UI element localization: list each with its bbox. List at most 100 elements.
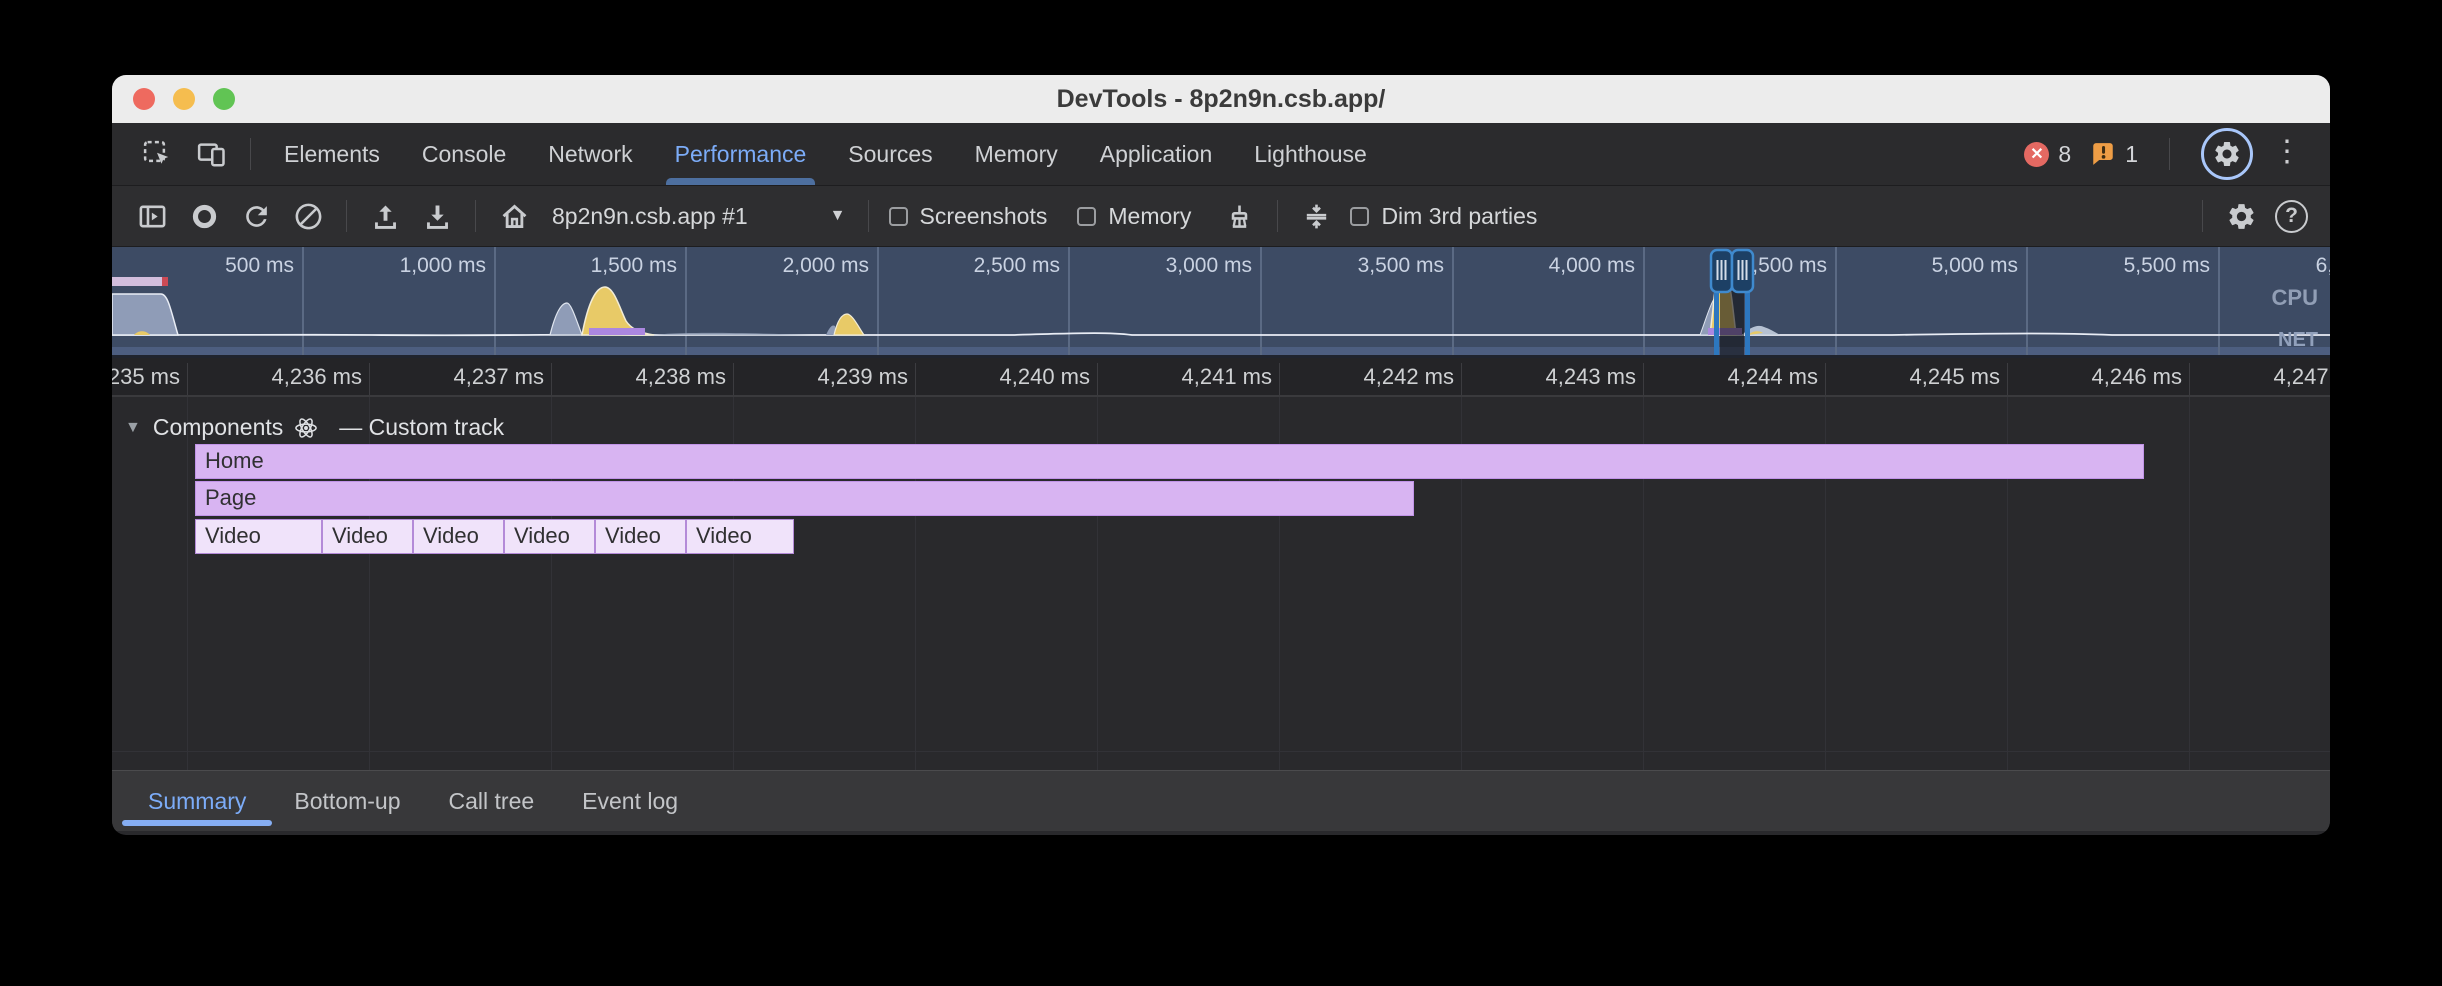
overview-ruler-label: 1,000 ms xyxy=(400,254,486,278)
track-bar-video[interactable]: Video xyxy=(595,519,686,554)
details-tabbar: SummaryBottom-upCall treeEvent log xyxy=(112,770,2330,831)
save-profile-icon[interactable] xyxy=(418,197,456,235)
ruler-tick xyxy=(1825,363,1826,395)
overview-ruler-label: 500 ms xyxy=(225,254,294,278)
track-bar-home[interactable]: Home xyxy=(195,444,2144,479)
ruler-label: 4,242 ms xyxy=(1364,364,1455,390)
overview-gridline xyxy=(1452,247,1454,355)
tab-network[interactable]: Network xyxy=(527,123,653,185)
overview-gridline xyxy=(877,247,879,355)
timeline-overview[interactable]: CPU NET 500 ms1,000 ms1,500 ms2,000 ms2,… xyxy=(112,247,2330,358)
flame-gridline xyxy=(187,397,188,770)
overview-gridline xyxy=(302,247,304,355)
overview-gridline xyxy=(2218,247,2220,355)
screenshots-label[interactable]: Screenshots xyxy=(920,203,1048,230)
divider xyxy=(868,200,869,232)
close-window-button[interactable] xyxy=(133,88,155,110)
overview-ruler-label: 3,000 ms xyxy=(1166,254,1252,278)
tab-console[interactable]: Console xyxy=(401,123,527,185)
issues-count: 1 xyxy=(2125,141,2138,168)
issues-icon[interactable] xyxy=(2090,141,2116,167)
ruler-label: 4,247 ms xyxy=(2274,364,2331,390)
devtools-window: DevTools - 8p2n9n.csb.app/ ElementsConso… xyxy=(112,75,2330,835)
console-errors-icon[interactable]: ✕ xyxy=(2024,142,2049,167)
ruler-label: 4,246 ms xyxy=(2092,364,2183,390)
overview-gridline xyxy=(2026,247,2028,355)
track-bottom-line xyxy=(112,751,2330,752)
ruler-label: 4,238 ms xyxy=(636,364,727,390)
load-profile-icon[interactable] xyxy=(366,197,404,235)
collapse-triangle-icon[interactable]: ▼ xyxy=(125,419,141,437)
network-overview-band xyxy=(112,347,2330,355)
devtools-tabbar: ElementsConsoleNetworkPerformanceSources… xyxy=(112,123,2330,186)
error-count: 8 xyxy=(2058,141,2071,168)
memory-label[interactable]: Memory xyxy=(1108,203,1191,230)
ruler-tick xyxy=(369,363,370,395)
ruler-label: 4,243 ms xyxy=(1546,364,1637,390)
selection-handle-left xyxy=(1711,250,1732,292)
custom-track-header[interactable]: ▼ Components — Custom track xyxy=(125,414,504,441)
help-icon[interactable]: ? xyxy=(2275,200,2308,233)
ruler-label: 4,244 ms xyxy=(1728,364,1819,390)
devtools-settings-button[interactable] xyxy=(2201,128,2253,180)
more-options-icon[interactable]: ⋮ xyxy=(2262,137,2312,171)
ruler-tick xyxy=(2007,363,2008,395)
minimize-window-button[interactable] xyxy=(173,88,195,110)
zoom-window-button[interactable] xyxy=(213,88,235,110)
ruler-tick xyxy=(1461,363,1462,395)
performance-toolbar: 8p2n9n.csb.app #1 ▼ Screenshots Memory D… xyxy=(112,186,2330,247)
divider xyxy=(250,138,251,170)
clear-recording-icon[interactable] xyxy=(289,197,327,235)
ruler-tick xyxy=(915,363,916,395)
tab-memory[interactable]: Memory xyxy=(954,123,1079,185)
flame-gridline xyxy=(2189,397,2190,770)
tab-sources[interactable]: Sources xyxy=(827,123,953,185)
screenshots-checkbox[interactable] xyxy=(889,207,908,226)
track-bar-video[interactable]: Video xyxy=(413,519,504,554)
track-bar-video[interactable]: Video xyxy=(504,519,595,554)
track-bar-video[interactable]: Video xyxy=(195,519,322,554)
net-label: NET xyxy=(2278,329,2318,352)
track-bar-video[interactable]: Video xyxy=(686,519,794,554)
active-tab-underline xyxy=(122,820,272,826)
panel-tabs: ElementsConsoleNetworkPerformanceSources… xyxy=(263,123,1388,185)
target-selector[interactable]: 8p2n9n.csb.app #1 xyxy=(552,203,748,230)
details-tab-event-log[interactable]: Event log xyxy=(558,788,702,815)
device-toolbar-icon[interactable] xyxy=(193,136,229,172)
titlebar: DevTools - 8p2n9n.csb.app/ xyxy=(112,75,2330,123)
collapse-sanity-icon[interactable] xyxy=(1297,197,1335,235)
flamechart-area[interactable]: ▼ Components — Custom track HomePageVide… xyxy=(112,397,2330,770)
tab-lighthouse[interactable]: Lighthouse xyxy=(1233,123,1388,185)
tab-performance[interactable]: Performance xyxy=(654,123,828,185)
tab-elements[interactable]: Elements xyxy=(263,123,401,185)
details-tab-summary[interactable]: Summary xyxy=(124,788,270,815)
capture-settings-icon[interactable] xyxy=(2222,197,2260,235)
record-button[interactable] xyxy=(185,197,223,235)
chevron-down-icon[interactable]: ▼ xyxy=(830,207,846,225)
cpu-label: CPU xyxy=(2272,285,2318,311)
dim-3rd-parties-checkbox[interactable] xyxy=(1350,207,1369,226)
overview-ruler-label: 2,500 ms xyxy=(974,254,1060,278)
inspect-element-icon[interactable] xyxy=(139,136,175,172)
ruler-tick xyxy=(1643,363,1644,395)
divider xyxy=(475,200,476,232)
tab-application[interactable]: Application xyxy=(1079,123,1234,185)
memory-checkbox[interactable] xyxy=(1077,207,1096,226)
ruler-label: 4,239 ms xyxy=(818,364,909,390)
details-tab-call-tree[interactable]: Call tree xyxy=(425,788,559,815)
ruler-tick xyxy=(551,363,552,395)
details-tab-bottom-up[interactable]: Bottom-up xyxy=(270,788,424,815)
home-icon[interactable] xyxy=(495,197,533,235)
track-bar-video[interactable]: Video xyxy=(322,519,413,554)
track-suffix: — Custom track xyxy=(339,414,504,441)
ruler-label: 4,240 ms xyxy=(1000,364,1091,390)
dim-3rd-parties-label[interactable]: Dim 3rd parties xyxy=(1381,203,1537,230)
toggle-sidebar-icon[interactable] xyxy=(133,197,171,235)
detail-time-ruler: 4,235 ms4,236 ms4,237 ms4,238 ms4,239 ms… xyxy=(112,358,2330,397)
overview-gridline xyxy=(1068,247,1070,355)
overview-ruler-label: 3,500 ms xyxy=(1358,254,1444,278)
reload-and-record-button[interactable] xyxy=(237,197,275,235)
track-bar-page[interactable]: Page xyxy=(195,481,1414,516)
ruler-tick xyxy=(1097,363,1098,395)
garbage-collect-icon[interactable] xyxy=(1220,197,1258,235)
